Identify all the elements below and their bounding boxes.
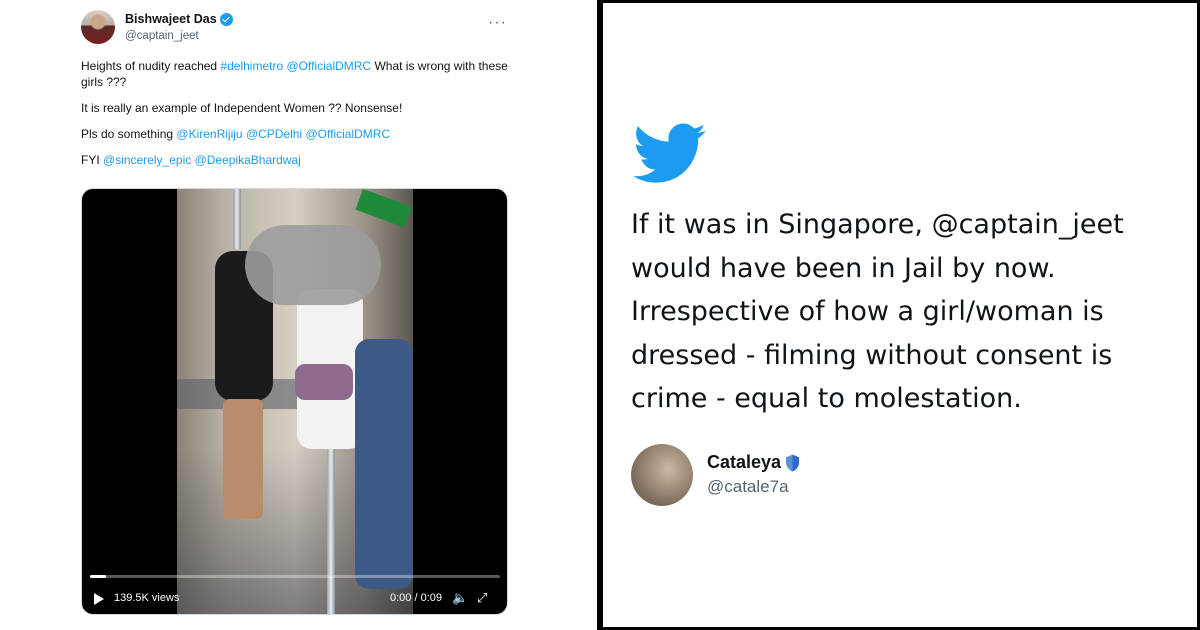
verified-badge-icon (219, 12, 233, 26)
author-name-text[interactable]: Bishwajeet Das (125, 12, 217, 26)
tweet-paragraph-4: FYI @sincerely_epic @DeepikaBhardwaj (81, 152, 521, 168)
blurred-face (245, 225, 381, 305)
reply-text: If it was in Singapore, @captain_jeet wo… (631, 209, 1124, 414)
avatar[interactable] (81, 10, 115, 44)
mention-link[interactable]: @OfficialDMRC (286, 59, 371, 73)
reply-author-handle[interactable]: @catale7a (707, 477, 789, 497)
metro-sign (355, 189, 412, 228)
video-progress-bar[interactable] (90, 575, 500, 578)
fullscreen-icon[interactable]: ⤢ (477, 590, 487, 606)
shield-icon (786, 454, 800, 471)
tweet-screenshot-panel: Bishwajeet Das @captain_jeet ··· Heights… (0, 0, 597, 630)
video-frame (177, 189, 413, 614)
reply-author-name[interactable]: Cataleya (707, 452, 800, 473)
tweet-paragraph-1: Heights of nudity reached #delhimetro @O… (81, 58, 521, 90)
metro-pole (233, 189, 241, 249)
tweet-card: Bishwajeet Das @captain_jeet ··· Heights… (65, 0, 530, 630)
reply-author-name-text[interactable]: Cataleya (707, 452, 781, 473)
bag (295, 364, 353, 400)
more-icon[interactable]: ··· (488, 14, 507, 32)
tweet-header: Bishwajeet Das @captain_jeet ··· (81, 10, 521, 50)
tweet-text-span: FYI (81, 153, 104, 167)
reply-avatar[interactable] (631, 444, 693, 506)
passenger (355, 339, 413, 589)
mention-link[interactable]: @CPDelhi (246, 127, 302, 141)
video-duration: 0:00 / 0:09 (390, 592, 442, 604)
mention-link[interactable]: @OfficialDMRC (305, 127, 390, 141)
passenger (223, 399, 263, 519)
reply-quote-panel: If it was in Singapore, @captain_jeet wo… (603, 3, 1197, 627)
tweet-text-span: Heights of nudity reached (81, 59, 221, 73)
play-icon[interactable] (94, 593, 104, 605)
hashtag-link[interactable]: #delhimetro (220, 59, 283, 73)
author-handle[interactable]: @captain_jeet (125, 30, 199, 42)
video-player[interactable]: 139.5K views 0:00 / 0:09 🔈 ⤢ (81, 188, 508, 615)
video-progress-fill (90, 575, 107, 578)
view-count: 139.5K views (114, 592, 180, 604)
mention-link[interactable]: @DeepikaBhardwaj (195, 153, 301, 167)
author-name[interactable]: Bishwajeet Das (125, 12, 233, 26)
tweet-text: Heights of nudity reached #delhimetro @O… (81, 58, 521, 178)
tweet-paragraph-3: Pls do something @KirenRijiju @CPDelhi @… (81, 126, 521, 142)
tweet-text-span: Pls do something (81, 127, 177, 141)
volume-icon[interactable]: 🔈 (452, 590, 468, 606)
twitter-bird-icon (633, 123, 706, 183)
video-controls: 139.5K views 0:00 / 0:09 🔈 ⤢ (92, 589, 500, 609)
tweet-paragraph-2: It is really an example of Independent W… (81, 101, 403, 115)
mention-link[interactable]: @sincerely_epic (103, 153, 191, 167)
mention-link[interactable]: @KirenRijiju (176, 127, 242, 141)
